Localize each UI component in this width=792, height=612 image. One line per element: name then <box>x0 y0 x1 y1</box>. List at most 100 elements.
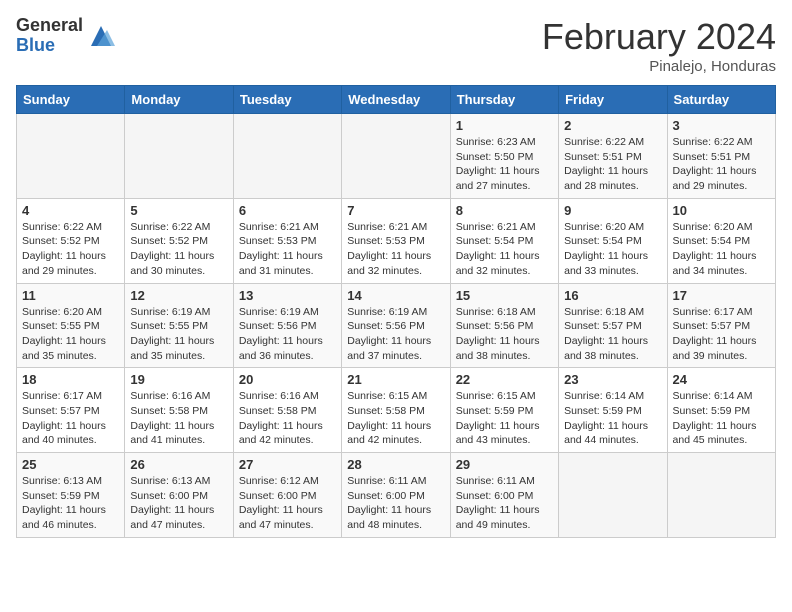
day-info: Sunrise: 6:23 AMSunset: 5:50 PMDaylight:… <box>456 135 553 194</box>
day-number: 18 <box>22 372 119 387</box>
day-number: 16 <box>564 288 661 303</box>
day-number: 22 <box>456 372 553 387</box>
calendar-cell: 26 Sunrise: 6:13 AMSunset: 6:00 PMDayligh… <box>125 453 233 538</box>
day-number: 27 <box>239 457 336 472</box>
day-number: 3 <box>673 118 770 133</box>
day-info: Sunrise: 6:17 AMSunset: 5:57 PMDaylight:… <box>22 389 119 448</box>
day-info: Sunrise: 6:20 AMSunset: 5:54 PMDaylight:… <box>673 220 770 279</box>
calendar-cell <box>342 114 450 199</box>
day-info: Sunrise: 6:14 AMSunset: 5:59 PMDaylight:… <box>673 389 770 448</box>
calendar-cell: 12 Sunrise: 6:19 AMSunset: 5:55 PMDayligh… <box>125 283 233 368</box>
logo: General Blue <box>16 16 115 56</box>
day-info: Sunrise: 6:13 AMSunset: 6:00 PMDaylight:… <box>130 474 227 533</box>
weekday-header-wednesday: Wednesday <box>342 86 450 114</box>
day-number: 26 <box>130 457 227 472</box>
calendar-cell: 3 Sunrise: 6:22 AMSunset: 5:51 PMDaylight… <box>667 114 775 199</box>
calendar-cell: 28 Sunrise: 6:11 AMSunset: 6:00 PMDayligh… <box>342 453 450 538</box>
calendar-header: SundayMondayTuesdayWednesdayThursdayFrid… <box>17 86 776 114</box>
day-info: Sunrise: 6:18 AMSunset: 5:56 PMDaylight:… <box>456 305 553 364</box>
day-info: Sunrise: 6:14 AMSunset: 5:59 PMDaylight:… <box>564 389 661 448</box>
calendar-cell: 27 Sunrise: 6:12 AMSunset: 6:00 PMDayligh… <box>233 453 341 538</box>
day-number: 25 <box>22 457 119 472</box>
day-number: 29 <box>456 457 553 472</box>
day-number: 5 <box>130 203 227 218</box>
calendar-cell: 21 Sunrise: 6:15 AMSunset: 5:58 PMDayligh… <box>342 368 450 453</box>
calendar-week-row: 18 Sunrise: 6:17 AMSunset: 5:57 PMDayligh… <box>17 368 776 453</box>
day-info: Sunrise: 6:21 AMSunset: 5:53 PMDaylight:… <box>347 220 444 279</box>
calendar-cell: 11 Sunrise: 6:20 AMSunset: 5:55 PMDayligh… <box>17 283 125 368</box>
calendar-cell: 1 Sunrise: 6:23 AMSunset: 5:50 PMDaylight… <box>450 114 558 199</box>
calendar-cell: 9 Sunrise: 6:20 AMSunset: 5:54 PMDaylight… <box>559 198 667 283</box>
day-info: Sunrise: 6:17 AMSunset: 5:57 PMDaylight:… <box>673 305 770 364</box>
calendar-cell <box>17 114 125 199</box>
day-info: Sunrise: 6:22 AMSunset: 5:51 PMDaylight:… <box>564 135 661 194</box>
day-number: 14 <box>347 288 444 303</box>
day-info: Sunrise: 6:16 AMSunset: 5:58 PMDaylight:… <box>239 389 336 448</box>
calendar-cell: 8 Sunrise: 6:21 AMSunset: 5:54 PMDaylight… <box>450 198 558 283</box>
day-info: Sunrise: 6:19 AMSunset: 5:56 PMDaylight:… <box>347 305 444 364</box>
day-info: Sunrise: 6:15 AMSunset: 5:58 PMDaylight:… <box>347 389 444 448</box>
calendar-cell: 20Sunrise: 6:16 AMSunset: 5:58 PMDayligh… <box>233 368 341 453</box>
day-info: Sunrise: 6:22 AMSunset: 5:51 PMDaylight:… <box>673 135 770 194</box>
day-info: Sunrise: 6:11 AMSunset: 6:00 PMDaylight:… <box>347 474 444 533</box>
day-info: Sunrise: 6:21 AMSunset: 5:54 PMDaylight:… <box>456 220 553 279</box>
weekday-header-thursday: Thursday <box>450 86 558 114</box>
day-number: 8 <box>456 203 553 218</box>
day-info: Sunrise: 6:22 AMSunset: 5:52 PMDaylight:… <box>130 220 227 279</box>
calendar-cell: 22 Sunrise: 6:15 AMSunset: 5:59 PMDayligh… <box>450 368 558 453</box>
day-info: Sunrise: 6:18 AMSunset: 5:57 PMDaylight:… <box>564 305 661 364</box>
calendar-cell: 19Sunrise: 6:16 AMSunset: 5:58 PMDayligh… <box>125 368 233 453</box>
calendar-cell: 6Sunrise: 6:21 AMSunset: 5:53 PMDaylight… <box>233 198 341 283</box>
calendar-cell: 18 Sunrise: 6:17 AMSunset: 5:57 PMDayligh… <box>17 368 125 453</box>
calendar-cell: 7Sunrise: 6:21 AMSunset: 5:53 PMDaylight… <box>342 198 450 283</box>
calendar-cell: 10Sunrise: 6:20 AMSunset: 5:54 PMDayligh… <box>667 198 775 283</box>
weekday-header-friday: Friday <box>559 86 667 114</box>
calendar-cell: 17 Sunrise: 6:17 AMSunset: 5:57 PMDayligh… <box>667 283 775 368</box>
day-number: 4 <box>22 203 119 218</box>
calendar-cell: 15 Sunrise: 6:18 AMSunset: 5:56 PMDayligh… <box>450 283 558 368</box>
logo-text: General Blue <box>16 16 83 56</box>
calendar-week-row: 4 Sunrise: 6:22 AMSunset: 5:52 PMDaylight… <box>17 198 776 283</box>
calendar-week-row: 1 Sunrise: 6:23 AMSunset: 5:50 PMDaylight… <box>17 114 776 199</box>
day-info: Sunrise: 6:12 AMSunset: 6:00 PMDaylight:… <box>239 474 336 533</box>
calendar-cell: 29Sunrise: 6:11 AMSunset: 6:00 PMDayligh… <box>450 453 558 538</box>
calendar-cell <box>125 114 233 199</box>
calendar-cell: 13 Sunrise: 6:19 AMSunset: 5:56 PMDayligh… <box>233 283 341 368</box>
day-number: 9 <box>564 203 661 218</box>
logo-icon <box>87 22 115 50</box>
day-info: Sunrise: 6:20 AMSunset: 5:55 PMDaylight:… <box>22 305 119 364</box>
day-number: 12 <box>130 288 227 303</box>
day-number: 2 <box>564 118 661 133</box>
day-number: 21 <box>347 372 444 387</box>
calendar-cell: 16 Sunrise: 6:18 AMSunset: 5:57 PMDayligh… <box>559 283 667 368</box>
day-number: 13 <box>239 288 336 303</box>
calendar-cell: 5 Sunrise: 6:22 AMSunset: 5:52 PMDaylight… <box>125 198 233 283</box>
day-info: Sunrise: 6:22 AMSunset: 5:52 PMDaylight:… <box>22 220 119 279</box>
day-info: Sunrise: 6:16 AMSunset: 5:58 PMDaylight:… <box>130 389 227 448</box>
day-number: 23 <box>564 372 661 387</box>
calendar-body: 1 Sunrise: 6:23 AMSunset: 5:50 PMDaylight… <box>17 114 776 538</box>
calendar-table: SundayMondayTuesdayWednesdayThursdayFrid… <box>16 85 776 538</box>
calendar-cell <box>559 453 667 538</box>
day-number: 28 <box>347 457 444 472</box>
calendar-cell: 23 Sunrise: 6:14 AMSunset: 5:59 PMDayligh… <box>559 368 667 453</box>
day-info: Sunrise: 6:20 AMSunset: 5:54 PMDaylight:… <box>564 220 661 279</box>
day-info: Sunrise: 6:21 AMSunset: 5:53 PMDaylight:… <box>239 220 336 279</box>
weekday-header-saturday: Saturday <box>667 86 775 114</box>
day-number: 1 <box>456 118 553 133</box>
day-number: 15 <box>456 288 553 303</box>
calendar-cell: 2 Sunrise: 6:22 AMSunset: 5:51 PMDaylight… <box>559 114 667 199</box>
calendar-cell: 25 Sunrise: 6:13 AMSunset: 5:59 PMDayligh… <box>17 453 125 538</box>
day-number: 11 <box>22 288 119 303</box>
day-info: Sunrise: 6:19 AMSunset: 5:55 PMDaylight:… <box>130 305 227 364</box>
calendar-week-row: 11 Sunrise: 6:20 AMSunset: 5:55 PMDayligh… <box>17 283 776 368</box>
day-info: Sunrise: 6:15 AMSunset: 5:59 PMDaylight:… <box>456 389 553 448</box>
weekday-header-tuesday: Tuesday <box>233 86 341 114</box>
month-title: February 2024 <box>542 16 776 58</box>
page-header: General Blue February 2024 Pinalejo, Hon… <box>16 16 776 75</box>
day-info: Sunrise: 6:13 AMSunset: 5:59 PMDaylight:… <box>22 474 119 533</box>
weekday-header-monday: Monday <box>125 86 233 114</box>
day-info: Sunrise: 6:19 AMSunset: 5:56 PMDaylight:… <box>239 305 336 364</box>
day-number: 17 <box>673 288 770 303</box>
calendar-cell: 24Sunrise: 6:14 AMSunset: 5:59 PMDayligh… <box>667 368 775 453</box>
